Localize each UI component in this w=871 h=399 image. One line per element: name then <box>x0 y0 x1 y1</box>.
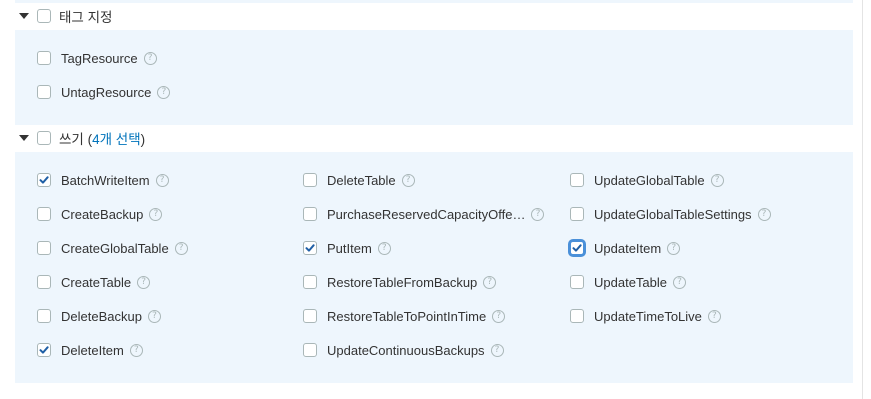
action-item-deletebackup[interactable]: DeleteBackup? <box>37 306 161 326</box>
help-icon[interactable]: ? <box>149 207 163 221</box>
action-label: DeleteItem <box>61 342 124 358</box>
checkbox[interactable] <box>37 85 51 99</box>
help-icon[interactable]: ? <box>492 309 506 323</box>
action-item-deleteitem[interactable]: DeleteItem? <box>37 340 143 360</box>
action-item-restoretablefrombackup[interactable]: RestoreTableFromBackup? <box>303 272 497 292</box>
help-icon[interactable]: ? <box>174 241 188 255</box>
action-item-createbackup[interactable]: CreateBackup? <box>37 204 163 224</box>
help-icon[interactable]: ? <box>531 207 545 221</box>
help-icon[interactable]: ? <box>147 309 161 323</box>
caret-down-icon[interactable] <box>19 13 29 19</box>
help-icon[interactable]: ? <box>757 207 771 221</box>
help-icon[interactable]: ? <box>401 173 415 187</box>
action-label: RestoreTableToPointInTime <box>327 308 487 324</box>
write-group-panel: BatchWriteItem? CreateBackup? CreateGlobal… <box>15 152 853 383</box>
action-item-updateglobaltablesettings[interactable]: UpdateGlobalTableSettings? <box>570 204 771 224</box>
tag-group-checkbox[interactable] <box>37 9 51 23</box>
checkbox[interactable] <box>303 309 317 323</box>
tag-group-panel: TagResource ? UntagResource ? <box>15 30 853 125</box>
checkmark-icon <box>305 244 315 252</box>
checkmark-icon <box>39 176 49 184</box>
help-icon[interactable]: ? <box>490 343 504 357</box>
checkbox[interactable] <box>37 173 51 187</box>
checkbox[interactable] <box>37 207 51 221</box>
action-item-deletetable[interactable]: DeleteTable? <box>303 170 415 190</box>
checkbox[interactable] <box>570 275 584 289</box>
action-item-updateglobaltable[interactable]: UpdateGlobalTable? <box>570 170 724 190</box>
checkmark-icon <box>39 346 49 354</box>
action-label: DeleteTable <box>327 172 396 188</box>
tag-group-header[interactable]: 태그 지정 <box>19 6 112 26</box>
action-label: UpdateContinuousBackups <box>327 342 485 358</box>
checkbox[interactable] <box>37 51 51 65</box>
help-icon[interactable]: ? <box>155 173 169 187</box>
checkbox[interactable] <box>303 207 317 221</box>
count-close-paren: ) <box>140 132 146 147</box>
action-item-updatetimetolive[interactable]: UpdateTimeToLive? <box>570 306 721 326</box>
help-icon[interactable]: ? <box>707 309 721 323</box>
checkbox[interactable] <box>37 343 51 357</box>
help-icon[interactable]: ? <box>710 173 724 187</box>
tag-group-title: 태그 지정 <box>59 10 113 25</box>
checkbox[interactable] <box>570 309 584 323</box>
action-label: DeleteBackup <box>61 308 142 324</box>
checkbox[interactable] <box>303 343 317 357</box>
action-item-putitem[interactable]: PutItem? <box>303 238 391 258</box>
action-item-updateitem[interactable]: UpdateItem? <box>570 238 681 258</box>
action-item-updatetable[interactable]: UpdateTable? <box>570 272 686 292</box>
action-item-batchwriteitem[interactable]: BatchWriteItem? <box>37 170 169 190</box>
help-icon[interactable]: ? <box>137 275 151 289</box>
action-label: BatchWriteItem <box>61 172 150 188</box>
checkbox[interactable] <box>570 173 584 187</box>
action-item-createglobaltable[interactable]: CreateGlobalTable? <box>37 238 188 258</box>
help-icon[interactable]: ? <box>673 275 686 289</box>
action-item-restoretabletopointintime[interactable]: RestoreTableToPointInTime? <box>303 306 506 326</box>
action-label: CreateTable <box>61 274 132 290</box>
action-label: UpdateGlobalTableSettings <box>594 206 752 222</box>
action-item-purchasereservedcapacityoffe[interactable]: PurchaseReservedCapacityOffe…? <box>303 204 545 224</box>
help-icon[interactable]: ? <box>377 241 391 255</box>
action-label: CreateBackup <box>61 206 144 222</box>
selected-count: 4개 선택 <box>92 132 141 147</box>
checkbox[interactable] <box>303 173 317 187</box>
checkbox[interactable] <box>303 275 317 289</box>
action-label: UpdateTable <box>594 274 667 290</box>
help-icon[interactable]: ? <box>667 241 681 255</box>
scroll-edge <box>862 0 863 399</box>
write-group-checkbox[interactable] <box>37 131 51 145</box>
action-label: UpdateGlobalTable <box>594 172 705 188</box>
action-item-tagresource[interactable]: TagResource ? <box>37 48 157 68</box>
action-label: RestoreTableFromBackup <box>327 274 478 290</box>
write-group-title: 쓰기 (4개 선택) <box>59 128 145 148</box>
action-item-updatecontinuousbackups[interactable]: UpdateContinuousBackups? <box>303 340 504 360</box>
action-label: PutItem <box>327 240 372 256</box>
checkbox[interactable] <box>37 309 51 323</box>
action-label: PurchaseReservedCapacityOffe… <box>327 206 526 222</box>
action-label: TagResource <box>61 50 138 66</box>
action-item-untagresource[interactable]: UntagResource ? <box>37 82 171 102</box>
action-label: UpdateItem <box>594 240 662 256</box>
help-icon[interactable]: ? <box>129 343 143 357</box>
help-icon[interactable]: ? <box>143 51 157 65</box>
caret-down-icon[interactable] <box>19 135 29 141</box>
action-item-createtable[interactable]: CreateTable? <box>37 272 151 292</box>
write-group-header[interactable]: 쓰기 (4개 선택) <box>19 128 145 148</box>
previous-group-panel-edge <box>15 0 853 3</box>
help-icon[interactable]: ? <box>483 275 497 289</box>
checkbox[interactable] <box>570 207 584 221</box>
write-group-label: 쓰기 <box>59 132 84 147</box>
action-label: UpdateTimeToLive <box>594 308 702 324</box>
checkbox[interactable] <box>37 275 51 289</box>
checkbox[interactable] <box>303 241 317 255</box>
help-icon[interactable]: ? <box>157 85 171 99</box>
checkbox[interactable] <box>570 241 584 255</box>
action-label: UntagResource <box>61 84 152 100</box>
checkmark-icon <box>572 244 582 252</box>
action-label: CreateGlobalTable <box>61 240 169 256</box>
checkbox[interactable] <box>37 241 51 255</box>
